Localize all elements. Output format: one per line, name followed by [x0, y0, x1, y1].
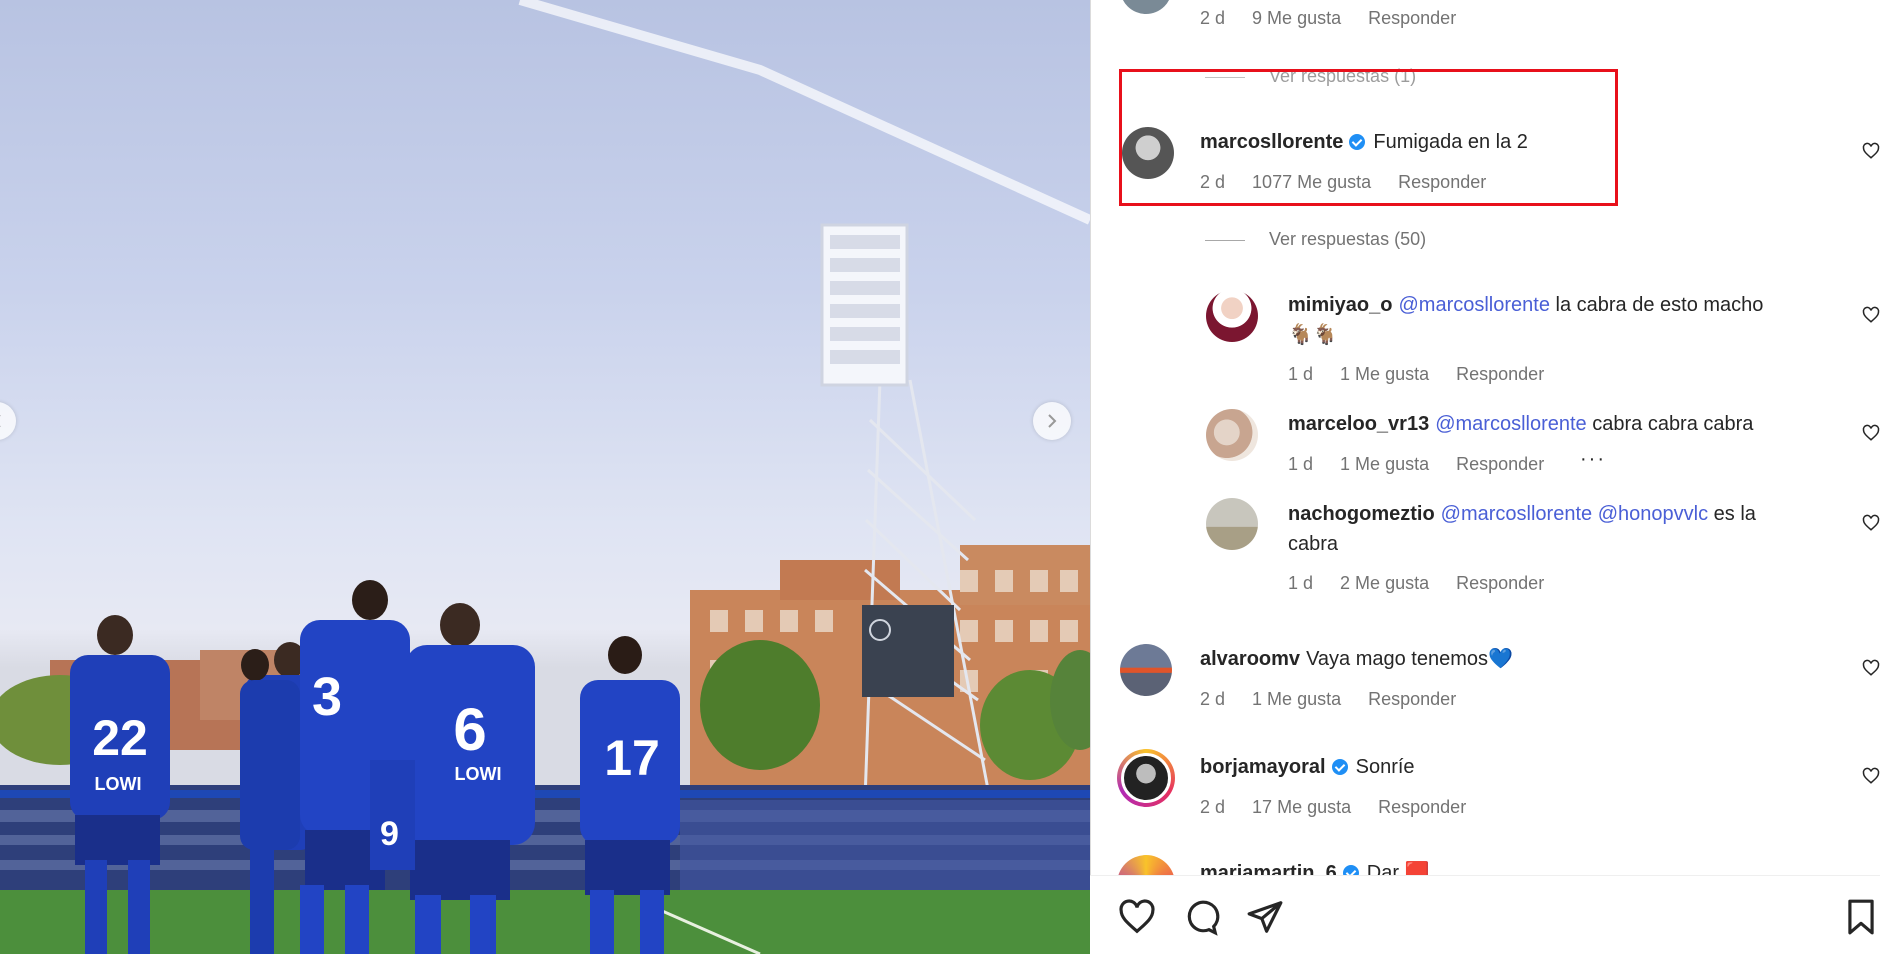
- comment-likes[interactable]: 17 Me gusta: [1252, 797, 1351, 817]
- reply-text: la cabra de esto macho: [1549, 294, 1764, 316]
- comment-likes[interactable]: 1 Me gusta: [1252, 689, 1341, 709]
- comment-meta: 2 d 1 Me gusta Responder: [1200, 689, 1478, 710]
- mention[interactable]: @marcosllorente: [1435, 413, 1586, 435]
- reply-button[interactable]: Responder: [1456, 454, 1544, 474]
- jersey-sponsor-2: LOWI: [455, 764, 502, 784]
- jersey-number-9: 9: [380, 815, 399, 853]
- reply-likes[interactable]: 2 Me gusta: [1340, 573, 1429, 593]
- comment-text: Sonríe: [1355, 756, 1415, 778]
- comment-time: 2 d: [1200, 797, 1226, 817]
- username[interactable]: nachogomeztio: [1288, 503, 1435, 525]
- verified-icon: [1349, 134, 1366, 150]
- avatar-mimiyao[interactable]: [1206, 290, 1258, 342]
- comment-icon[interactable]: [1182, 898, 1220, 936]
- reply-likes[interactable]: 1 Me gusta: [1340, 364, 1429, 384]
- like-comment-icon[interactable]: [1862, 659, 1880, 677]
- reply-button[interactable]: Responder: [1398, 172, 1486, 192]
- reply-likes[interactable]: 1 Me gusta: [1340, 454, 1429, 474]
- reply-button[interactable]: Responder: [1378, 797, 1466, 817]
- comment-time: 2 d: [1200, 8, 1226, 28]
- reply-text-2: cabra: [1288, 533, 1339, 555]
- comment-marcosllorente: marcosllorente Fumigada en la 2: [1200, 127, 1528, 157]
- comment-likes[interactable]: 1077 Me gusta: [1252, 172, 1371, 192]
- comment-meta: 2 d 9 Me gusta Responder: [1200, 8, 1478, 29]
- reply-button[interactable]: Responder: [1456, 364, 1544, 384]
- reply-emoji: 🐐🐐: [1288, 324, 1338, 346]
- reply-button[interactable]: Responder: [1368, 8, 1456, 28]
- reply-button[interactable]: Responder: [1368, 689, 1456, 709]
- comment-mariamartin: mariamartin_6 Dar 🟥: [1200, 858, 1429, 875]
- avatar-alvaroomv[interactable]: [1120, 644, 1172, 696]
- bookmark-icon[interactable]: [1842, 898, 1880, 936]
- username[interactable]: mariamartin_6: [1200, 862, 1337, 875]
- mention[interactable]: @marcosllorente: [1441, 503, 1592, 525]
- reply-mimiyao: mimiyao_o @marcosllorente la cabra de est…: [1288, 290, 1848, 350]
- reply-text: es la: [1708, 503, 1756, 525]
- comment-time: 2 d: [1200, 172, 1226, 192]
- heart-icon[interactable]: [1118, 898, 1156, 936]
- like-reply-icon[interactable]: [1862, 514, 1880, 532]
- reply-time: 1 d: [1288, 364, 1314, 384]
- share-icon[interactable]: [1246, 898, 1284, 936]
- view-replies-label: Ver respuestas (50): [1269, 229, 1427, 249]
- comment-text: Fumigada en la 2: [1373, 131, 1528, 153]
- avatar-marcosllorente[interactable]: [1122, 127, 1174, 179]
- stadium-scene: 22 LOWI 3 6 LOWI 9 17: [0, 0, 1090, 954]
- comment-likes[interactable]: 9 Me gusta: [1252, 8, 1341, 28]
- next-image-button[interactable]: [1033, 402, 1071, 440]
- reply-nachogomeztio: nachogomeztio @marcosllorente @honopvvlc …: [1288, 499, 1848, 559]
- jersey-number-3: 3: [312, 667, 342, 727]
- jersey-sponsor: LOWI: [95, 774, 142, 794]
- chevron-left-icon: [0, 415, 1, 427]
- reply-text: cabra cabra cabra: [1586, 413, 1754, 435]
- reply-meta: 1 d 2 Me gusta Responder: [1288, 573, 1566, 594]
- username[interactable]: borjamayoral: [1200, 756, 1326, 778]
- mention-2[interactable]: @honopvvlc: [1598, 503, 1708, 525]
- reply-meta: 1 d 1 Me gusta Responder: [1288, 364, 1566, 385]
- username[interactable]: mimiyao_o: [1288, 294, 1392, 316]
- like-comment-icon[interactable]: [1862, 142, 1880, 160]
- avatar-nachogomeztio[interactable]: [1206, 498, 1258, 550]
- jersey-number-6: 6: [453, 696, 486, 763]
- mention[interactable]: @marcosllorente: [1398, 294, 1549, 316]
- avatar-borjamayoral[interactable]: [1117, 749, 1175, 807]
- jersey-number-17: 17: [604, 730, 660, 786]
- reply-meta: 1 d 1 Me gusta Responder: [1288, 454, 1566, 475]
- comment-meta: 2 d 17 Me gusta Responder: [1200, 797, 1488, 818]
- verified-icon: [1342, 865, 1359, 875]
- comment-text: Vaya mago tenemos: [1306, 648, 1489, 670]
- username[interactable]: marceloo_vr13: [1288, 413, 1429, 435]
- reply-button[interactable]: Responder: [1456, 573, 1544, 593]
- reply-marceloo: marceloo_vr13 @marcosllorente cabra cabra…: [1288, 409, 1753, 439]
- view-replies-button[interactable]: Ver respuestas (50): [1205, 229, 1426, 250]
- comment-meta: 2 d 1077 Me gusta Responder: [1200, 172, 1508, 193]
- username[interactable]: alvaroomv: [1200, 648, 1300, 670]
- verified-icon: [1331, 759, 1348, 775]
- more-options-button[interactable]: ···: [1580, 448, 1606, 471]
- comment-text: Dar: [1366, 862, 1399, 875]
- comment-emoji: 🟥: [1404, 862, 1430, 875]
- post-action-bar: [1090, 875, 1880, 954]
- avatar-marceloo[interactable]: [1206, 409, 1258, 461]
- like-comment-icon[interactable]: [1862, 767, 1880, 785]
- comment-emoji: 💙: [1488, 648, 1513, 670]
- post-photo: 22 LOWI 3 6 LOWI 9 17: [0, 0, 1090, 954]
- like-reply-icon[interactable]: [1862, 424, 1880, 442]
- like-reply-icon[interactable]: [1862, 306, 1880, 324]
- chevron-right-icon: [1048, 414, 1057, 428]
- comment-alvaroomv: alvaroomv Vaya mago tenemos💙: [1200, 644, 1513, 674]
- reply-time: 1 d: [1288, 573, 1314, 593]
- comment-time: 2 d: [1200, 689, 1226, 709]
- comment-borjamayoral: borjamayoral Sonríe: [1200, 752, 1415, 782]
- reply-time: 1 d: [1288, 454, 1314, 474]
- username[interactable]: marcosllorente: [1200, 131, 1343, 153]
- jersey-number-22: 22: [92, 710, 148, 766]
